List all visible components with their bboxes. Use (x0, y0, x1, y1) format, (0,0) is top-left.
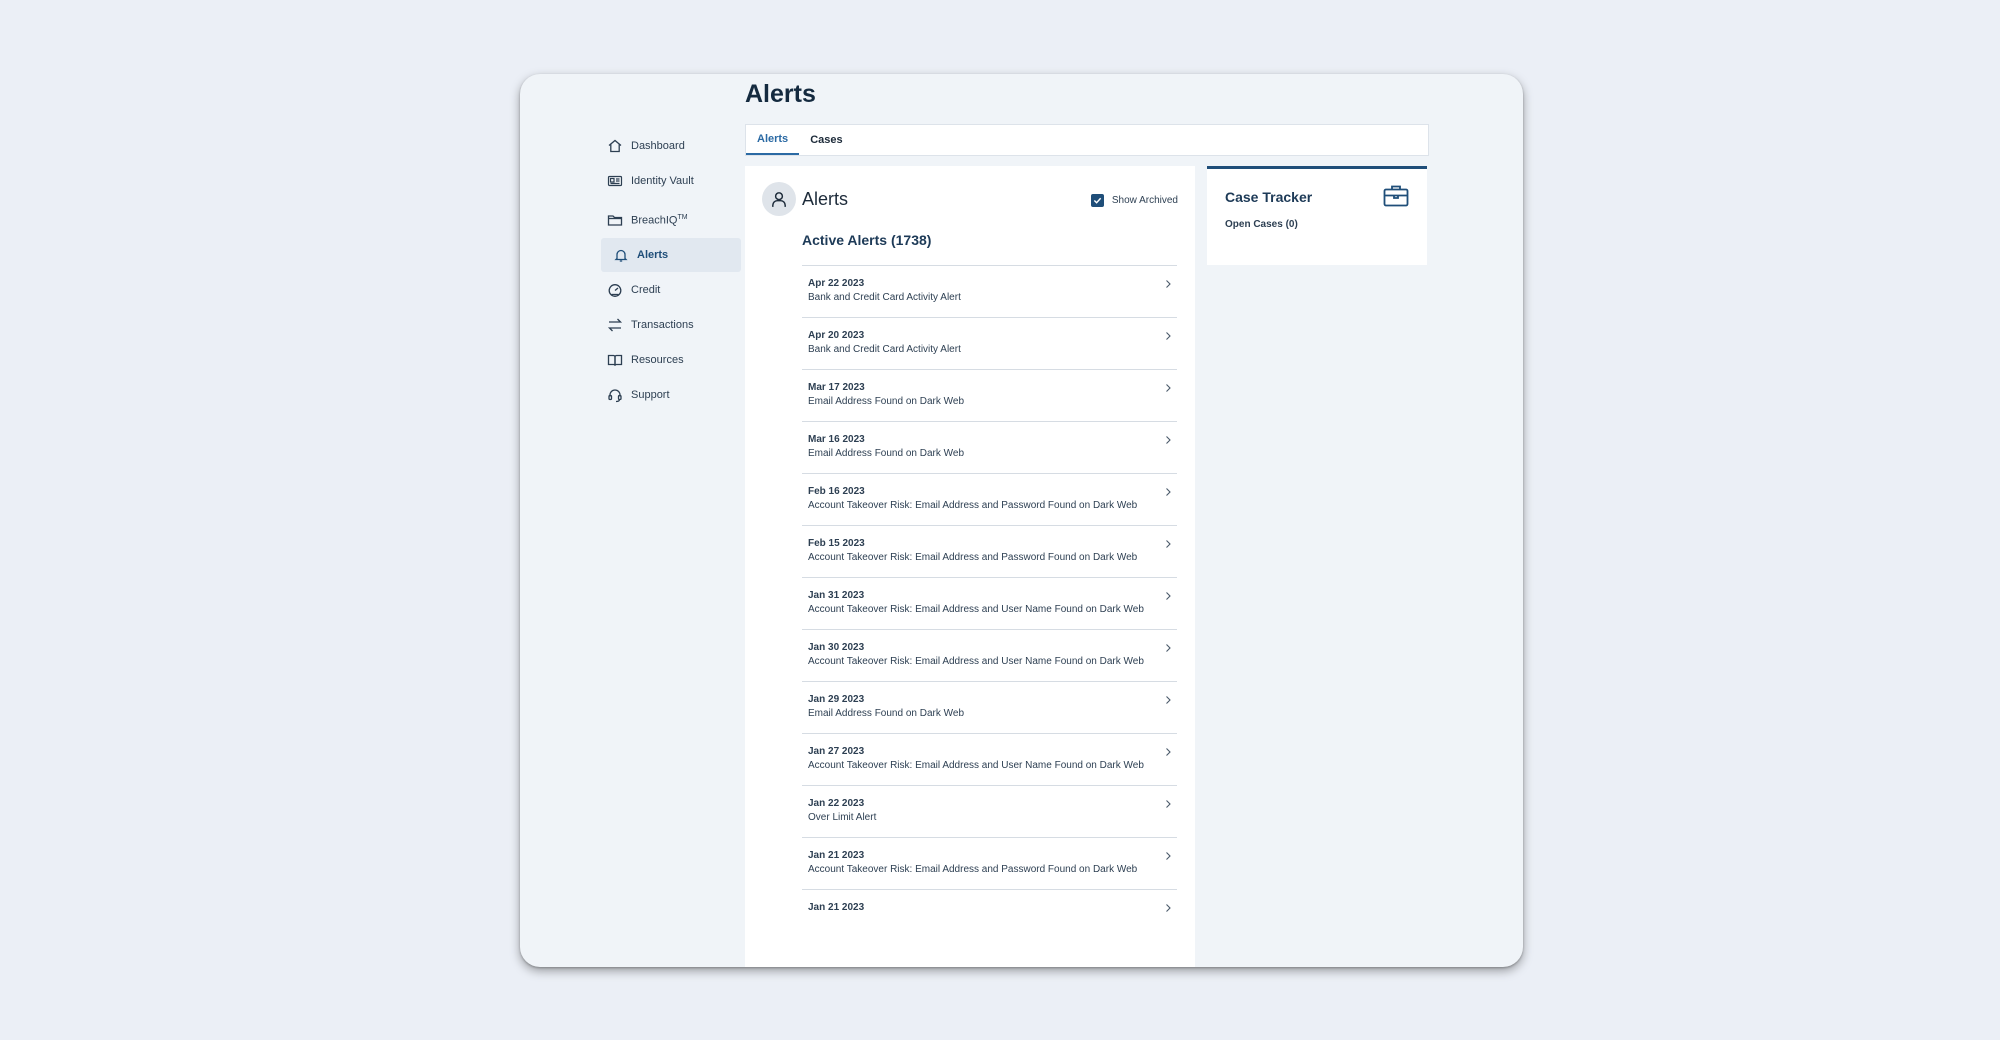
chevron-right-icon (1166, 384, 1171, 392)
open-cases-count[interactable]: Open Cases (0) (1225, 219, 1298, 230)
show-archived-checkbox[interactable] (1090, 194, 1104, 207)
sidebar-item-breachiq[interactable]: BreachIQTM (601, 203, 741, 237)
alert-description: Account Takeover Risk: Email Address and… (808, 604, 1144, 615)
user-avatar-icon (762, 182, 796, 216)
briefcase-icon (1383, 184, 1409, 208)
alert-description: Account Takeover Risk: Email Address and… (808, 760, 1144, 771)
alert-date: Jan 27 2023 (808, 746, 865, 757)
alert-list-item[interactable]: Apr 20 2023 Bank and Credit Card Activity… (802, 317, 1177, 369)
sidebar-item-dashboard[interactable]: Dashboard (601, 129, 741, 163)
sidebar-item-label: BreachIQTM (631, 213, 688, 227)
alert-list-item[interactable]: Mar 17 2023 Email Address Found on Dark W… (802, 369, 1177, 421)
alert-list-item[interactable]: Jan 21 2023 (802, 889, 1177, 927)
gauge-icon (607, 282, 623, 298)
sidebar-item-label: Resources (631, 354, 684, 366)
alert-date: Jan 30 2023 (808, 642, 865, 653)
book-icon (607, 352, 623, 368)
transfer-arrows-icon (607, 317, 623, 333)
bell-icon (613, 247, 629, 263)
sidebar-item-label: Credit (631, 284, 661, 296)
chevron-right-icon (1166, 748, 1171, 756)
id-card-icon (607, 173, 623, 189)
sidebar-item-label: Alerts (637, 249, 669, 261)
sidebar-item-label: Identity Vault (631, 175, 694, 187)
show-archived-label: Show Archived (1111, 195, 1178, 206)
panel-title: Alerts (802, 189, 849, 209)
chevron-right-icon (1166, 592, 1171, 600)
alert-description: Account Takeover Risk: Email Address and… (808, 656, 1144, 667)
alert-list-item[interactable]: Feb 15 2023 Account Takeover Risk: Email … (802, 525, 1177, 577)
alert-description: Account Takeover Risk: Email Address and… (808, 864, 1138, 875)
alert-description: Email Address Found on Dark Web (808, 396, 965, 407)
sidebar-item-resources[interactable]: Resources (601, 343, 741, 377)
alert-list-item[interactable]: Jan 21 2023 Account Takeover Risk: Email … (802, 837, 1177, 889)
sidebar-item-label: Transactions (631, 319, 694, 331)
tab-cases[interactable]: Cases (799, 125, 853, 155)
sidebar-item-alerts[interactable]: Alerts (601, 238, 741, 272)
chevron-right-icon (1166, 904, 1171, 912)
alert-list-item[interactable]: Jan 27 2023 Account Takeover Risk: Email … (802, 733, 1177, 785)
alert-date: Apr 22 2023 (808, 278, 865, 289)
sidebar-item-support[interactable]: Support (601, 378, 741, 412)
chevron-right-icon (1166, 540, 1171, 548)
sidebar-item-label: Dashboard (631, 140, 685, 152)
alert-list-item[interactable]: Apr 22 2023 Bank and Credit Card Activity… (802, 265, 1177, 317)
chevron-right-icon (1166, 332, 1171, 340)
alert-list-item[interactable]: Jan 22 2023 Over Limit Alert (802, 785, 1177, 837)
alert-description: Email Address Found on Dark Web (808, 708, 965, 719)
sidebar-item-label: Support (631, 389, 670, 401)
tab-bar: Alerts Cases (745, 124, 1429, 156)
alert-description: Email Address Found on Dark Web (808, 448, 965, 459)
chevron-right-icon (1166, 488, 1171, 496)
alert-description: Over Limit Alert (808, 812, 877, 823)
chevron-right-icon (1166, 800, 1171, 808)
alert-description: Bank and Credit Card Activity Alert (808, 344, 961, 355)
alert-list-item[interactable]: Mar 16 2023 Email Address Found on Dark W… (802, 421, 1177, 473)
chevron-right-icon (1166, 696, 1171, 704)
sidebar-item-identity-vault[interactable]: Identity Vault (601, 164, 741, 198)
chevron-right-icon (1166, 280, 1171, 288)
alert-date: Jan 22 2023 (808, 798, 865, 809)
sidebar-item-transactions[interactable]: Transactions (601, 308, 741, 342)
alert-date: Jan 21 2023 (808, 850, 865, 861)
alert-description: Bank and Credit Card Activity Alert (808, 292, 961, 303)
chevron-right-icon (1166, 436, 1171, 444)
alert-description: Account Takeover Risk: Email Address and… (808, 500, 1138, 511)
alert-date: Apr 20 2023 (808, 330, 865, 341)
chevron-right-icon (1166, 852, 1171, 860)
home-icon (607, 138, 623, 154)
show-archived-toggle[interactable]: Show Archived (1090, 194, 1178, 207)
alert-date: Feb 16 2023 (808, 486, 865, 497)
alert-description: Account Takeover Risk: Email Address and… (808, 552, 1138, 563)
chevron-right-icon (1166, 644, 1171, 652)
alerts-panel: Alerts Show Archived Active Alerts (1738… (745, 166, 1195, 967)
sidebar-nav: Dashboard Identity Vault BreachIQTM Aler… (601, 129, 741, 413)
alert-list-item[interactable]: Jan 31 2023 Account Takeover Risk: Email … (802, 577, 1177, 629)
alert-date: Feb 15 2023 (808, 538, 865, 549)
app-window: Dashboard Identity Vault BreachIQTM Aler… (520, 74, 1523, 967)
alert-date: Jan 31 2023 (808, 590, 865, 601)
alert-date: Jan 21 2023 (808, 902, 865, 913)
alert-list-item[interactable]: Jan 29 2023 Email Address Found on Dark W… (802, 681, 1177, 733)
alert-date: Jan 29 2023 (808, 694, 865, 705)
case-tracker-title: Case Tracker (1225, 189, 1313, 205)
headset-icon (607, 387, 623, 403)
alert-date: Mar 16 2023 (808, 434, 865, 445)
case-tracker-card: Case Tracker Open Cases (0) (1207, 166, 1427, 265)
alert-list: Apr 22 2023 Bank and Credit Card Activity… (802, 265, 1177, 927)
trademark-mark: TM (677, 213, 688, 221)
sidebar-item-credit[interactable]: Credit (601, 273, 741, 307)
folder-icon (607, 212, 623, 228)
tab-alerts[interactable]: Alerts (746, 125, 800, 155)
active-alerts-heading: Active Alerts (1738) (802, 232, 932, 248)
page-title: Alerts (745, 80, 816, 108)
alert-date: Mar 17 2023 (808, 382, 865, 393)
alert-list-item[interactable]: Feb 16 2023 Account Takeover Risk: Email … (802, 473, 1177, 525)
alert-list-item[interactable]: Jan 30 2023 Account Takeover Risk: Email … (802, 629, 1177, 681)
